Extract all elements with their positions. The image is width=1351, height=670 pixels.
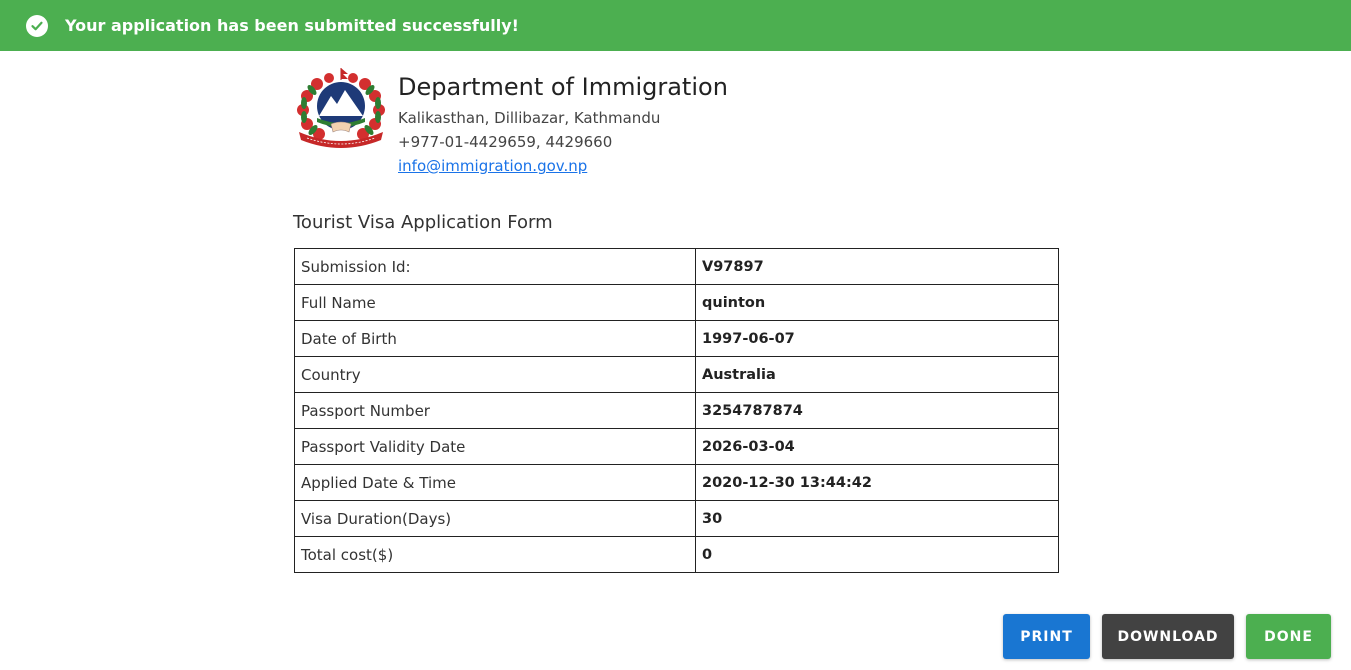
check-circle-icon	[26, 14, 48, 37]
row-label-submission-id: Submission Id:	[294, 248, 696, 285]
success-message: Your application has been submitted succ…	[65, 16, 519, 35]
row-value-date-of-birth: 1997-06-07	[695, 320, 1059, 357]
organization-header: Department of Immigration Kalikasthan, D…	[295, 66, 728, 178]
table-row: Visa Duration(Days) 30	[294, 500, 1059, 537]
row-value-country: Australia	[695, 356, 1059, 393]
row-value-passport-number: 3254787874	[695, 392, 1059, 429]
table-row: Country Australia	[294, 356, 1059, 393]
table-row: Total cost($) 0	[294, 536, 1059, 573]
row-label-visa-duration: Visa Duration(Days)	[294, 500, 696, 537]
row-value-total-cost: 0	[695, 536, 1059, 573]
organization-name: Department of Immigration	[398, 73, 728, 101]
row-label-passport-validity: Passport Validity Date	[294, 428, 696, 465]
organization-address: Kalikasthan, Dillibazar, Kathmandu	[398, 109, 661, 127]
success-banner: Your application has been submitted succ…	[0, 0, 1351, 51]
row-label-date-of-birth: Date of Birth	[294, 320, 696, 357]
table-row: Passport Number 3254787874	[294, 392, 1059, 429]
form-title: Tourist Visa Application Form	[293, 212, 553, 233]
row-label-total-cost: Total cost($)	[294, 536, 696, 573]
row-value-full-name: quinton	[695, 284, 1059, 321]
government-emblem-logo	[297, 68, 385, 148]
row-label-passport-number: Passport Number	[294, 392, 696, 429]
organization-phone: +977-01-4429659, 4429660	[398, 133, 613, 151]
row-value-submission-id: V97897	[695, 248, 1059, 285]
table-row: Date of Birth 1997-06-07	[294, 320, 1059, 357]
download-button[interactable]: DOWNLOAD	[1102, 614, 1234, 659]
table-row: Applied Date & Time 2020-12-30 13:44:42	[294, 464, 1059, 501]
row-label-country: Country	[294, 356, 696, 393]
row-label-full-name: Full Name	[294, 284, 696, 321]
table-row: Full Name quinton	[294, 284, 1059, 321]
action-buttons: PRINT DOWNLOAD DONE	[991, 614, 1331, 659]
row-value-visa-duration: 30	[695, 500, 1059, 537]
application-details-table: Submission Id: V97897 Full Name quinton …	[294, 248, 1059, 573]
done-button[interactable]: DONE	[1246, 614, 1331, 659]
row-value-applied-date: 2020-12-30 13:44:42	[695, 464, 1059, 501]
print-button[interactable]: PRINT	[1003, 614, 1090, 659]
row-value-passport-validity: 2026-03-04	[695, 428, 1059, 465]
table-row: Passport Validity Date 2026-03-04	[294, 428, 1059, 465]
organization-email-link[interactable]: info@immigration.gov.np	[398, 157, 587, 175]
row-label-applied-date: Applied Date & Time	[294, 464, 696, 501]
table-row: Submission Id: V97897	[294, 248, 1059, 285]
